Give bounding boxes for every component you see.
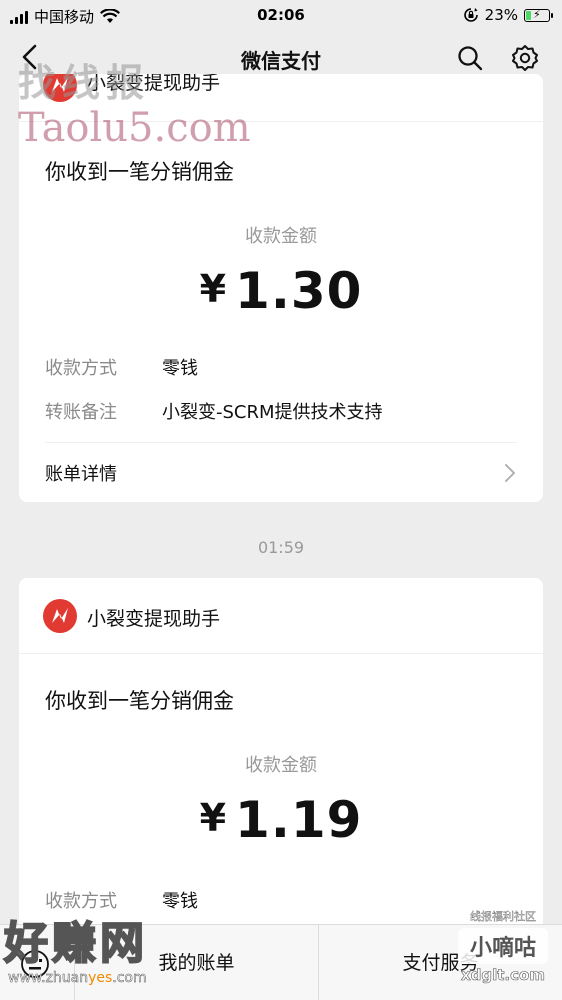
bill-detail-label: 账单详情	[45, 463, 117, 485]
message-card[interactable]: 小裂变提现助手 你收到一笔分销佣金 收款金额 ¥1.30 收款方式 零钱 转账备…	[19, 74, 543, 502]
currency-symbol: ¥	[199, 267, 228, 311]
message-title: 你收到一笔分销佣金	[45, 689, 234, 713]
currency-symbol: ¥	[199, 796, 228, 840]
payment-method-value: 零钱	[162, 358, 198, 379]
transfer-note-row: 转账备注 小裂变-SCRM提供技术支持	[19, 398, 543, 424]
transfer-note-value: 小裂变-SCRM提供技术支持	[162, 402, 383, 423]
card-header: 小裂变提现助手	[19, 74, 543, 122]
gear-icon[interactable]	[510, 43, 540, 73]
search-icon[interactable]	[456, 44, 484, 72]
tab-my-bills[interactable]: 我的账单	[75, 925, 319, 1000]
bottom-tab-bar: 我的账单 支付服务	[0, 924, 562, 1000]
amount-label: 收款金额	[245, 755, 317, 776]
keyboard-icon	[21, 950, 49, 978]
keyboard-toggle[interactable]	[0, 925, 75, 1000]
brand-name: 小裂变提现助手	[87, 74, 221, 94]
message-title: 你收到一笔分销佣金	[45, 160, 234, 184]
bill-detail-link[interactable]: 账单详情	[45, 442, 517, 502]
status-bar: 中国移动 02:06 23% ⚡	[0, 0, 562, 30]
transfer-note-key: 转账备注	[45, 402, 117, 423]
message-timestamp: 01:59	[257, 538, 305, 557]
amount-value: ¥1.30	[19, 262, 543, 320]
payment-method-value: 零钱	[162, 891, 198, 912]
amount-label: 收款金额	[245, 226, 317, 247]
payment-method-key: 收款方式	[45, 358, 117, 379]
brand-name: 小裂变提现助手	[87, 608, 221, 630]
payment-method-row: 收款方式 零钱	[19, 354, 543, 380]
amount-value: ¥1.19	[19, 791, 543, 849]
battery-icon: ⚡	[524, 8, 553, 22]
status-right: 23% ⚡	[463, 6, 553, 24]
amount-number: 1.30	[235, 262, 363, 320]
tab-payment-services[interactable]: 支付服务	[319, 925, 562, 1000]
amount-number: 1.19	[235, 791, 363, 849]
brand-logo-icon	[43, 599, 77, 633]
battery-percent: 23%	[484, 6, 518, 24]
payment-method-key: 收款方式	[45, 891, 117, 912]
brand-logo-icon	[43, 74, 77, 102]
payment-method-row: 收款方式 零钱	[19, 887, 543, 913]
card-header: 小裂变提现助手	[19, 578, 543, 654]
orientation-lock-icon	[463, 8, 478, 22]
chevron-right-icon	[505, 463, 515, 482]
